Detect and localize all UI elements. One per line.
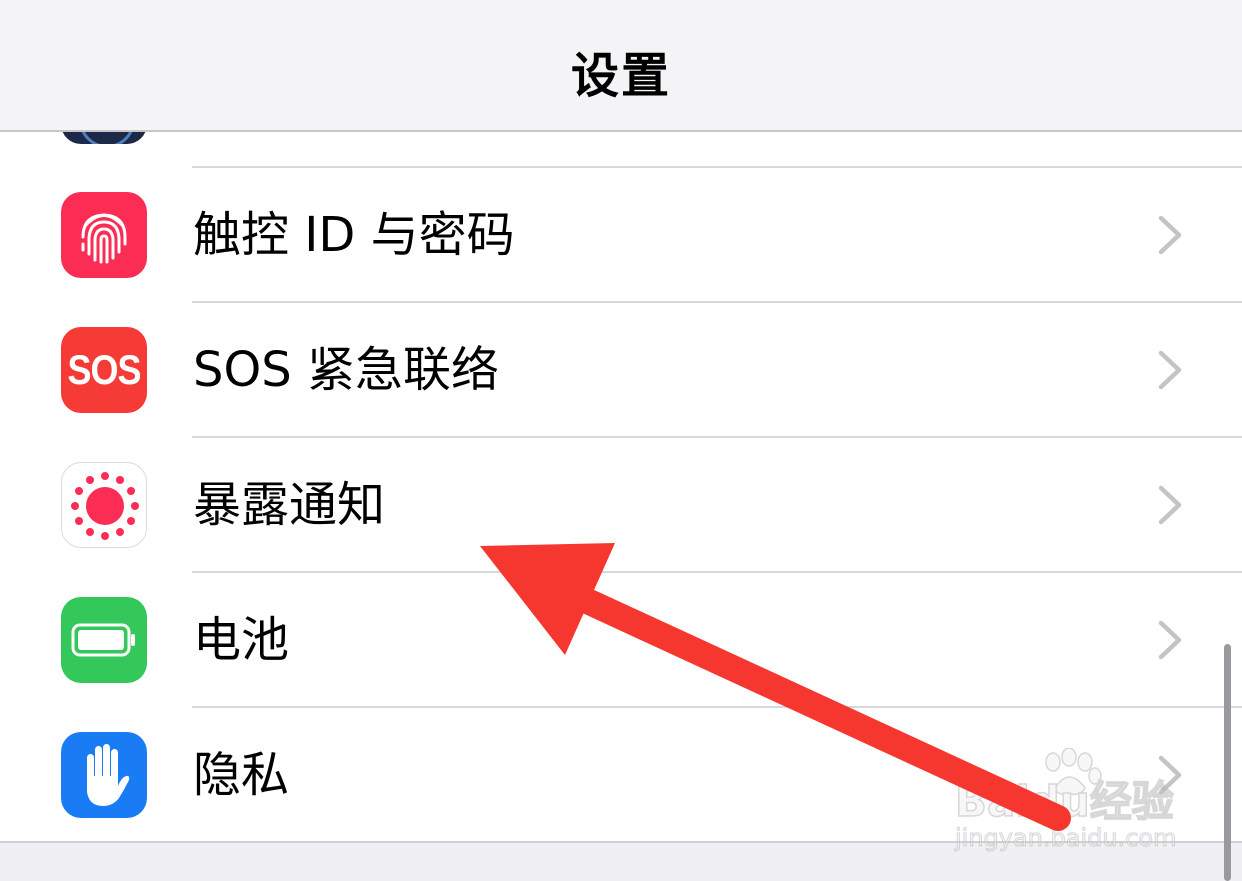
page-title: 设置 <box>570 48 671 104</box>
watermark-brand: Baidu经验 <box>954 776 1174 827</box>
settings-row-exposure-notifications[interactable]: 暴露通知 <box>0 438 1242 571</box>
settings-item-label: 电池 <box>193 612 290 668</box>
watermark-url: jingyan.baidu.com <box>954 824 1177 853</box>
scroll-indicator <box>1224 644 1231 881</box>
settings-row-battery[interactable]: 电池 <box>0 573 1242 706</box>
fingerprint-icon <box>61 192 147 278</box>
battery-icon <box>61 597 147 683</box>
sos-icon: SOS <box>61 327 147 413</box>
settings-item-label: 暴露通知 <box>193 477 386 533</box>
settings-list[interactable]: 触控 ID 与密码 SOS SOS 紧急联络 暴露通知 电池 隐私 <box>0 132 1242 841</box>
privacy-hand-icon <box>61 732 147 818</box>
settings-row-sos[interactable]: SOS SOS 紧急联络 <box>0 303 1242 436</box>
settings-item-label: SOS 紧急联络 <box>193 342 499 398</box>
settings-item-label: 隐私 <box>193 747 290 803</box>
settings-row-touch-id[interactable]: 触控 ID 与密码 <box>0 168 1242 301</box>
settings-item-label: 触控 ID 与密码 <box>193 207 515 263</box>
chevron-right-icon <box>1158 620 1182 660</box>
chevron-right-icon <box>1158 215 1182 255</box>
partial-app-icon <box>61 132 147 144</box>
exposure-notification-icon <box>61 462 147 548</box>
navigation-bar: 设置 <box>0 0 1242 132</box>
chevron-right-icon <box>1158 485 1182 525</box>
chevron-right-icon <box>1158 350 1182 390</box>
baidu-watermark: Baidu经验 jingyan.baidu.com <box>954 748 1185 858</box>
